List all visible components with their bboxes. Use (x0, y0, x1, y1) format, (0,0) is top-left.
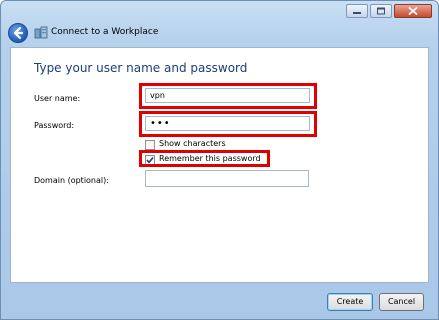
back-arrow-icon (13, 26, 24, 40)
domain-label: Domain (optional): (34, 176, 109, 185)
window-title: Connect to a Workplace (51, 27, 159, 37)
caption-buttons (344, 4, 432, 18)
network-workplace-icon (34, 26, 48, 39)
password-highlight (139, 111, 317, 137)
maximize-icon (377, 7, 385, 15)
minimize-icon (353, 12, 361, 14)
username-highlight (139, 83, 317, 109)
maximize-button[interactable] (370, 4, 392, 18)
username-label: User name: (34, 94, 81, 103)
minimize-button[interactable] (346, 4, 368, 18)
password-label: Password: (34, 121, 75, 130)
wizard-window: Connect to a Workplace Type your user na… (0, 0, 439, 320)
create-button[interactable]: Create (327, 293, 373, 311)
cancel-button[interactable]: Cancel (379, 293, 424, 311)
title-bar: Connect to a Workplace (1, 1, 438, 47)
domain-field[interactable] (145, 170, 309, 187)
page-heading: Type your user name and password (34, 61, 248, 75)
show-characters-label[interactable]: Show characters (159, 139, 226, 148)
back-button[interactable] (8, 23, 28, 43)
show-characters-checkbox[interactable] (145, 140, 155, 150)
close-button[interactable] (394, 4, 432, 18)
button-bar: Create Cancel (10, 283, 429, 319)
remember-password-highlight (139, 150, 270, 167)
wizard-content: Type your user name and password User na… (10, 47, 429, 283)
close-icon (408, 7, 418, 15)
